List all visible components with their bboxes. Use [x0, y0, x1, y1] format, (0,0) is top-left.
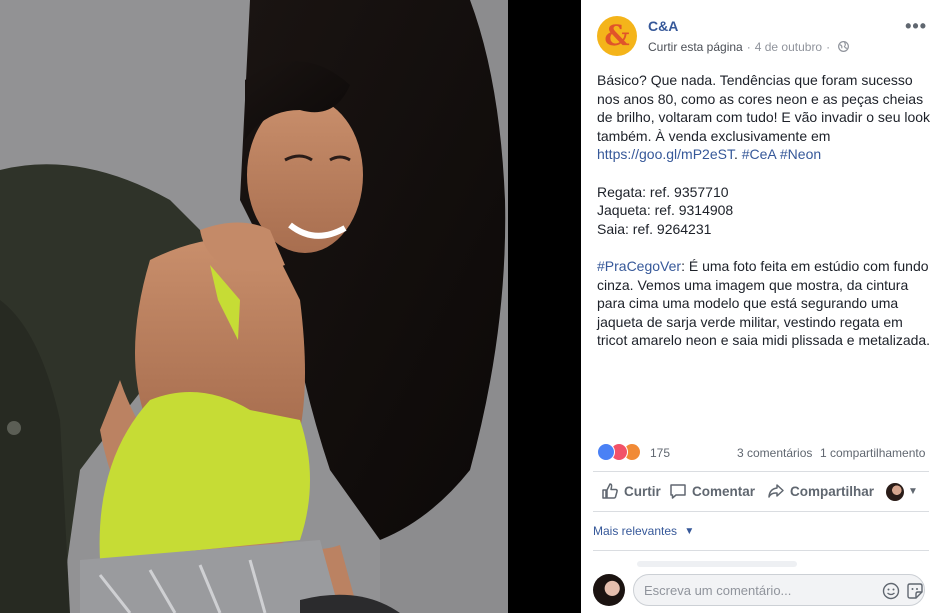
- hashtags-link[interactable]: #CeA #Neon: [742, 146, 821, 162]
- post-body-punct: .: [733, 146, 742, 163]
- ref-line: Regata: ref. 9357710: [597, 183, 729, 200]
- user-avatar: [886, 483, 904, 502]
- more-options-button[interactable]: •••: [905, 16, 927, 37]
- chevron-down-icon: ▼: [684, 526, 695, 538]
- post-photo[interactable]: [0, 0, 508, 613]
- like-button[interactable]: Curtir: [601, 473, 661, 511]
- sort-label: Mais relevantes: [593, 524, 678, 538]
- comment-preview-placeholder: [637, 561, 797, 567]
- share-label: Compartilhar: [790, 484, 875, 499]
- post-date[interactable]: 4 de outubro: [755, 40, 822, 54]
- photo-illustration: [0, 0, 508, 613]
- shares-count[interactable]: 1 compartilhamento: [820, 446, 925, 460]
- emoji-icon[interactable]: [882, 582, 900, 600]
- like-page-link[interactable]: Curtir esta página: [648, 40, 743, 54]
- user-avatar: [593, 574, 625, 606]
- post-body-text: Básico? Que nada. Tendências que foram s…: [597, 72, 931, 144]
- post-side-panel: & C&A Curtir esta página · 4 de outubro · •…: [581, 0, 941, 613]
- comment-composer: [593, 568, 929, 613]
- comment-sort-dropdown[interactable]: Mais relevantes ▼: [593, 524, 694, 538]
- divider: [593, 511, 929, 512]
- page-name-link[interactable]: C&A: [648, 18, 678, 34]
- speech-bubble-icon: [670, 484, 686, 499]
- comments-count[interactable]: 3 comentários: [737, 446, 812, 460]
- post-as-selector[interactable]: ▼: [886, 483, 918, 502]
- post-paragraph: Básico? Que nada. Tendências que foram s…: [597, 71, 932, 164]
- post-header: & C&A Curtir esta página · 4 de outubro · •…: [597, 16, 927, 58]
- globe-icon[interactable]: [838, 41, 850, 52]
- comment-button[interactable]: Comentar: [669, 473, 755, 511]
- refs-paragraph: Regata: ref. 9357710 Jaqueta: ref. 93149…: [597, 183, 932, 239]
- ref-line: Jaqueta: ref. 9314908: [597, 202, 734, 219]
- meta-separator: ·: [746, 40, 751, 54]
- action-bar: Curtir Comentar Compartilhar ▼: [593, 473, 929, 511]
- reactions-bar: 175 3 comentários 1 compartilhamento: [597, 443, 927, 463]
- post-text: Básico? Que nada. Tendências que foram s…: [597, 71, 932, 369]
- share-arrow-icon: [768, 484, 784, 498]
- comment-label: Comentar: [692, 484, 756, 499]
- page-avatar[interactable]: &: [597, 16, 637, 56]
- reaction-count[interactable]: 175: [650, 446, 670, 460]
- post-meta: Curtir esta página · 4 de outubro ·: [648, 40, 850, 54]
- share-button[interactable]: Compartilhar: [767, 473, 874, 511]
- description-paragraph: #PraCegoVer: É uma foto feita em estúdio…: [597, 257, 932, 350]
- ref-line: Saia: ref. 9264231: [597, 220, 712, 237]
- like-icon: [597, 443, 615, 461]
- photo-viewer[interactable]: [0, 0, 581, 613]
- divider: [593, 471, 929, 472]
- thumbs-up-icon: [602, 483, 618, 499]
- shop-link[interactable]: https://goo.gl/mP2eST: [597, 146, 734, 162]
- divider: [593, 550, 929, 551]
- chevron-down-icon: ▼: [908, 486, 918, 498]
- like-label: Curtir: [624, 484, 661, 499]
- sticker-icon[interactable]: [906, 582, 924, 600]
- pracegover-hashtag[interactable]: #PraCegoVer: [597, 258, 681, 274]
- meta-separator-2: ·: [826, 40, 831, 54]
